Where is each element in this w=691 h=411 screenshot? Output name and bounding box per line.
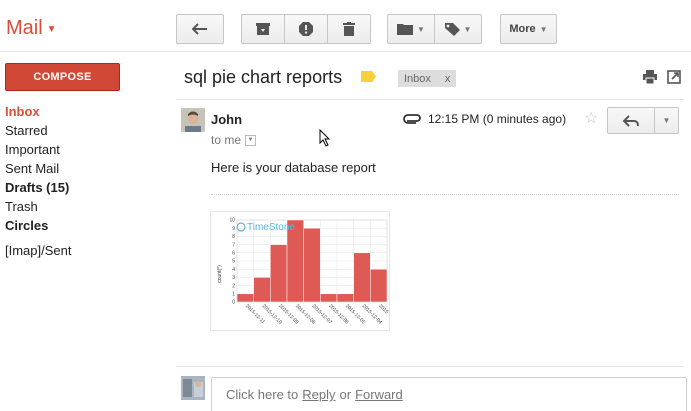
delete-button[interactable]: [327, 14, 371, 44]
new-window-icon[interactable]: [667, 70, 681, 84]
sidebar-item-drafts[interactable]: Drafts (15): [5, 178, 71, 197]
chevron-down-icon: ▼: [662, 116, 671, 125]
print-icon[interactable]: [643, 70, 657, 84]
chevron-down-icon: ▼: [46, 24, 57, 35]
recipient-line: to me ▼: [211, 133, 257, 147]
back-arrow-icon: [192, 23, 207, 35]
x-tick-label: 2015: [377, 303, 389, 315]
top-toolbar: Mail ▼ ▼ ▼ More ▼: [0, 0, 691, 52]
forward-link[interactable]: Forward: [355, 387, 403, 403]
recipient-text: to me: [211, 133, 242, 147]
spam-icon: [299, 22, 313, 36]
reply-button[interactable]: [607, 107, 655, 134]
message-timestamp: 12:15 PM (0 minutes ago): [428, 112, 567, 126]
y-tick-label: 3: [232, 275, 235, 281]
y-tick-label: 4: [232, 267, 235, 273]
y-tick-label: 7: [232, 242, 235, 248]
mouse-pointer-icon: [319, 129, 331, 147]
watermark-text: TimeStone: [247, 222, 295, 233]
chart-attachment[interactable]: 0 1 2 3 4 5 6 7 8 9 10 2015-12-11 2015-12-10 2015-12…: [210, 211, 390, 331]
y-tick-label: 0: [232, 300, 235, 306]
reply-icon: [623, 114, 639, 127]
labels-button[interactable]: ▼: [434, 14, 482, 44]
chart-bar: [270, 244, 288, 303]
important-marker-icon[interactable]: [361, 71, 376, 82]
reply-prompt: Click here to: [226, 387, 299, 402]
compose-button[interactable]: COMPOSE: [5, 63, 120, 91]
back-button[interactable]: [176, 14, 224, 44]
tag-icon: [444, 22, 460, 36]
y-tick-label: 5: [232, 259, 235, 265]
y-tick-label: 6: [232, 251, 235, 257]
chart-bar: [336, 293, 354, 303]
sender-name[interactable]: John: [211, 112, 242, 127]
label-chip-text: Inbox: [404, 72, 431, 85]
details-dropdown-icon[interactable]: ▼: [245, 134, 257, 146]
chart-bar: [253, 277, 271, 303]
reply-button-group: ▼: [607, 107, 679, 134]
chart-bar: [353, 252, 371, 303]
message-body: Here is your database report: [211, 160, 376, 175]
y-tick-label: 2: [232, 283, 235, 289]
sidebar-item-important[interactable]: Important: [5, 140, 71, 159]
y-tick-label: 1: [232, 292, 235, 298]
more-button[interactable]: More ▼: [500, 14, 557, 44]
y-axis-label: count(*): [217, 265, 223, 283]
chevron-down-icon: ▼: [539, 24, 548, 34]
sidebar-item-starred[interactable]: Starred: [5, 121, 71, 140]
sender-avatar: [181, 108, 205, 132]
chevron-down-icon: ▼: [463, 24, 472, 34]
y-tick-label: 9: [232, 226, 235, 232]
star-icon[interactable]: ☆: [584, 108, 598, 128]
chevron-down-icon: ▼: [417, 24, 425, 34]
sidebar-item-sent-mail[interactable]: Sent Mail: [5, 159, 71, 178]
sidebar-item-trash[interactable]: Trash: [5, 197, 71, 216]
bar-chart: 012345678910 2015-12-112015-12-102015-12…: [217, 218, 389, 326]
report-spam-button[interactable]: [284, 14, 328, 44]
chart-bar: [320, 293, 338, 303]
chart-bar: [303, 227, 321, 303]
move-label-group: ▼ ▼: [387, 14, 482, 44]
action-button-group: [241, 14, 371, 44]
quick-reply-box[interactable]: Click here to Reply or Forward: [211, 377, 687, 411]
archive-icon: [256, 23, 270, 35]
remove-label-icon[interactable]: x: [445, 73, 451, 85]
header-divider: [176, 99, 684, 100]
quote-divider: [211, 194, 679, 195]
move-to-button[interactable]: ▼: [387, 14, 435, 44]
chart-bar: [236, 293, 254, 303]
reply-or: or: [339, 387, 352, 402]
reply-divider: [176, 366, 684, 367]
attachment-icon: [403, 114, 421, 124]
trash-icon: [343, 22, 355, 36]
my-avatar: [181, 376, 205, 400]
more-label: More: [509, 23, 536, 35]
folder-icon: [397, 24, 414, 35]
sidebar-item-inbox[interactable]: Inbox: [5, 102, 71, 121]
sidebar-nav: Inbox Starred Important Sent Mail Drafts…: [5, 102, 71, 260]
app-title: Mail: [6, 17, 43, 39]
app-switcher[interactable]: Mail ▼: [6, 17, 57, 40]
chart-bar: [370, 268, 388, 303]
sidebar-item-circles[interactable]: Circles: [5, 216, 71, 235]
archive-button[interactable]: [241, 14, 285, 44]
label-chip-inbox: Inbox x: [398, 70, 457, 87]
y-tick-label: 10: [229, 218, 235, 224]
reply-options-button[interactable]: ▼: [654, 107, 679, 134]
message-subject: sql pie chart reports: [184, 67, 343, 87]
reply-link[interactable]: Reply: [302, 387, 335, 403]
y-tick-label: 8: [232, 234, 235, 240]
sidebar-item-imap-sent[interactable]: [Imap]/Sent: [5, 241, 71, 260]
